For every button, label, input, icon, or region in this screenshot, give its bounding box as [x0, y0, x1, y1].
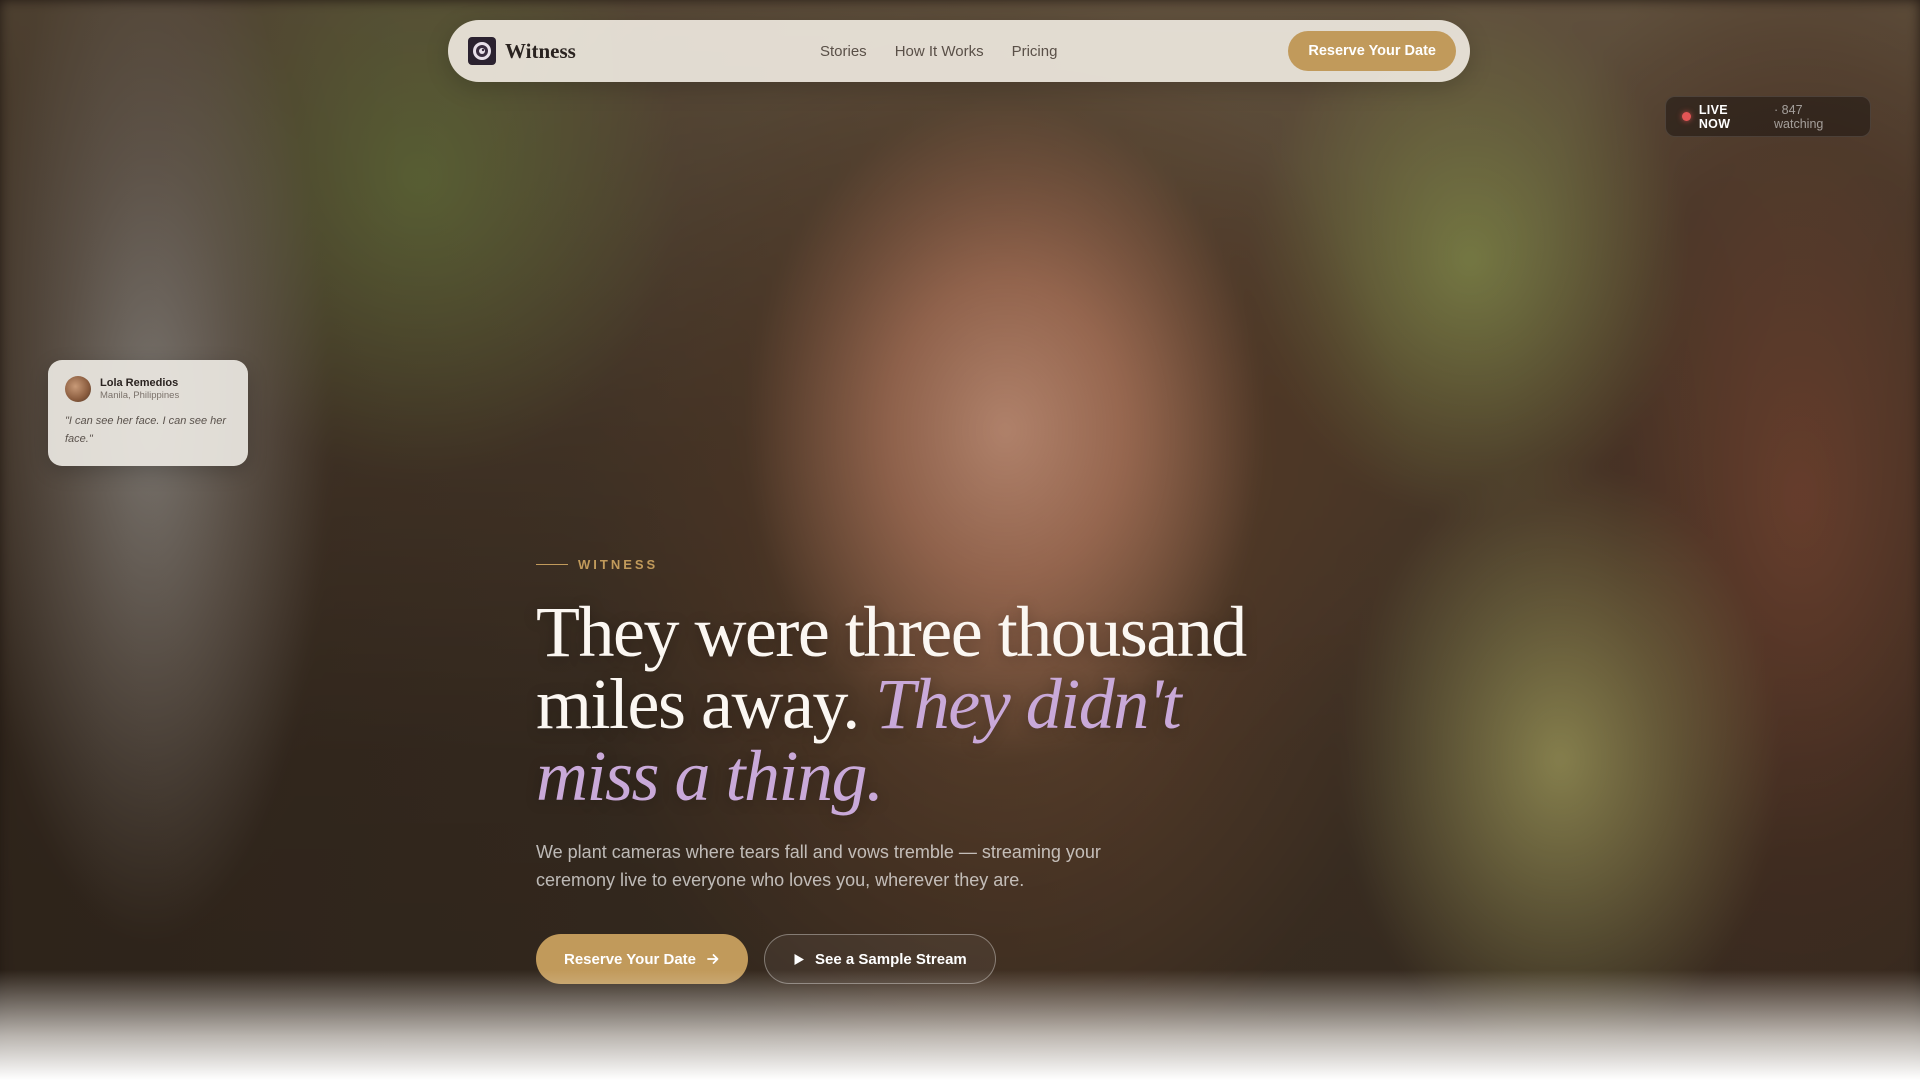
nav-reserve-button[interactable]: Reserve Your Date — [1288, 31, 1456, 71]
nav-link-stories[interactable]: Stories — [820, 43, 867, 60]
eyebrow-label: WITNESS — [578, 557, 659, 572]
hero-section: Witness Stories How It Works Pricing Res… — [0, 0, 1920, 1080]
brand[interactable]: Witness — [468, 37, 576, 65]
testimonial-author: Lola Remedios Manila, Philippines — [100, 377, 179, 401]
brand-name: Witness — [505, 38, 576, 63]
testimonial-header: Lola Remedios Manila, Philippines — [65, 376, 232, 402]
arrow-right-icon — [706, 952, 720, 966]
background-overlay — [0, 0, 1920, 1080]
bottom-fade — [0, 970, 1920, 1080]
eye-icon — [468, 37, 496, 65]
top-navigation: Witness Stories How It Works Pricing Res… — [448, 20, 1470, 82]
testimonial-quote: "I can see her face. I can see her face.… — [65, 415, 227, 445]
reserve-date-label: Reserve Your Date — [564, 950, 697, 968]
sample-stream-label: See a Sample Stream — [815, 950, 967, 968]
hero-headline: They were three thousand miles away. The… — [536, 596, 1296, 812]
live-dot-icon — [1682, 112, 1691, 121]
live-label: LIVE NOW — [1698, 102, 1731, 131]
testimonial-name: Lola Remedios — [100, 377, 179, 389]
hero-subheadline: We plant cameras where tears fall and vo… — [536, 842, 1101, 890]
testimonial-card: Lola Remedios Manila, Philippines "I can… — [48, 360, 248, 466]
testimonial-location: Manila, Philippines — [100, 390, 180, 401]
eyebrow: WITNESS — [536, 557, 658, 572]
avatar — [65, 376, 91, 402]
nav-links: Stories How It Works Pricing — [820, 43, 1057, 60]
live-badge: LIVE NOW · 847 watching — [1665, 96, 1871, 137]
nav-link-how-it-works[interactable]: How It Works — [895, 43, 984, 60]
eyebrow-divider — [536, 564, 568, 565]
play-icon — [793, 953, 805, 966]
viewer-count: · 847 watching — [1774, 102, 1824, 131]
nav-link-pricing[interactable]: Pricing — [1012, 43, 1058, 60]
